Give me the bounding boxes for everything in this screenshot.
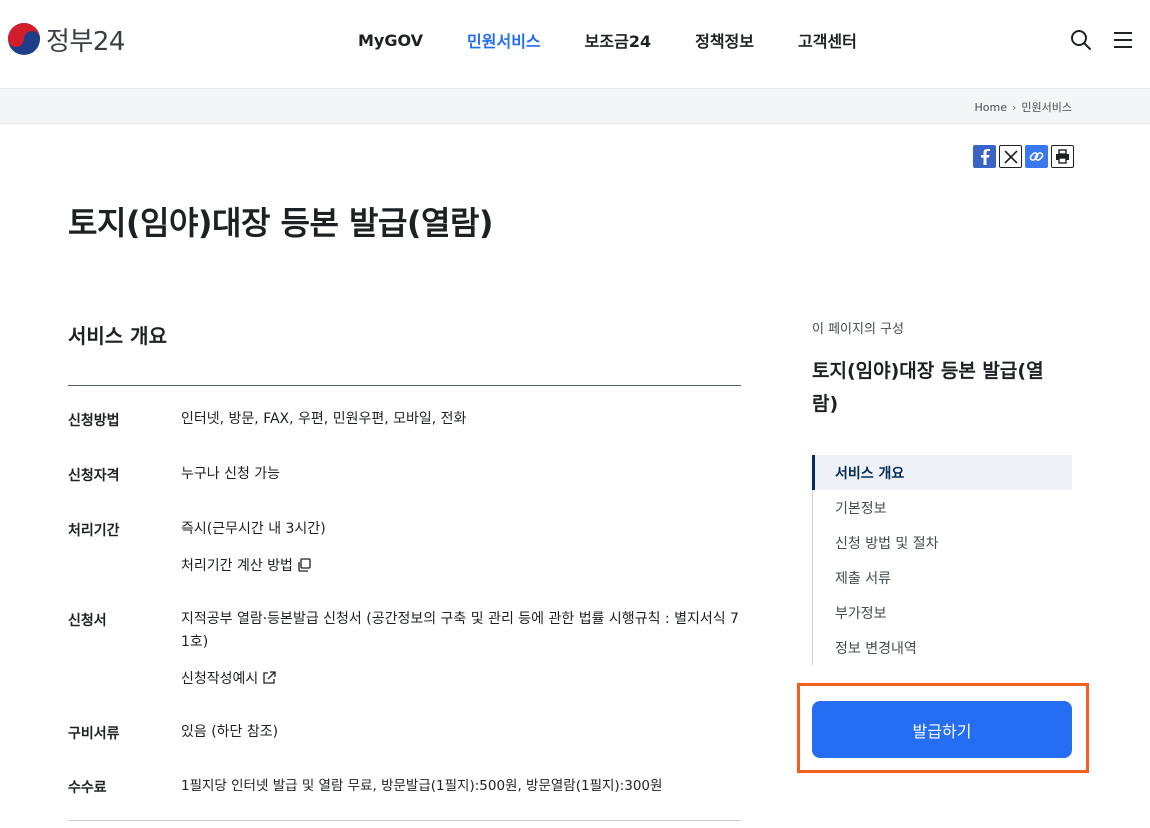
method-label: 신청방법 [68, 413, 120, 429]
nav-mygov[interactable]: MyGOV [358, 31, 423, 50]
eligibility-value: 누구나 신청 가능 [181, 466, 281, 482]
documents-label: 구비서류 [68, 726, 120, 742]
side-caption: 이 페이지의 구성 [812, 322, 904, 337]
duration-calc-link-label: 처리기간 계산 방법 [181, 558, 293, 574]
issue-button[interactable]: 발급하기 [812, 701, 1072, 758]
toc-item-basic-info[interactable]: 기본정보 [813, 490, 1072, 525]
search-icon[interactable] [1069, 28, 1093, 52]
logo-text: 정부24 [46, 26, 125, 57]
method-value: 인터넷, 방문, FAX, 우편, 민원우편, 모바일, 전화 [181, 411, 467, 427]
nav-policy-info[interactable]: 정책정보 [695, 28, 754, 52]
copy-link-icon[interactable] [1025, 145, 1048, 168]
form-label: 신청서 [68, 613, 107, 629]
share-toolbar [973, 145, 1077, 168]
breadcrumb: Home › 민원서비스 [975, 99, 1073, 115]
toc-item-procedure[interactable]: 신청 방법 및 절차 [813, 525, 1072, 560]
toc-item-documents[interactable]: 제출 서류 [813, 560, 1072, 595]
page-toc: 서비스 개요 기본정보 신청 방법 및 절차 제출 서류 부가정보 정보 변경내… [812, 455, 1072, 665]
copy-popup-icon [298, 558, 311, 572]
toc-item-overview[interactable]: 서비스 개요 [812, 455, 1072, 490]
form-value-line2: 1호) [181, 634, 209, 650]
form-value-line1: 지적공부 열람·등본발급 신청서 (공간정보의 구축 및 관리 등에 관한 법률… [181, 611, 739, 627]
breadcrumb-bar: Home › 민원서비스 [0, 88, 1150, 124]
section-title: 서비스 개요 [68, 324, 167, 348]
breadcrumb-home[interactable]: Home [975, 101, 1007, 114]
documents-value: 있음 (하단 참조) [181, 724, 279, 740]
gov24-logo[interactable]: 정부24 [8, 22, 125, 57]
taegeuk-icon [8, 23, 40, 55]
fee-value: 1필지당 인터넷 발급 및 열람 무료, 방문발급(1필지):500원, 방문열… [181, 778, 663, 794]
hamburger-menu-icon[interactable] [1111, 28, 1135, 52]
duration-calc-link[interactable]: 처리기간 계산 방법 [181, 555, 311, 575]
nav-subsidy24[interactable]: 보조금24 [585, 28, 651, 52]
external-link-icon [263, 671, 276, 684]
page-title: 토지(임야)대장 등본 발급(열람) [68, 204, 494, 242]
section-divider-bottom [68, 820, 741, 821]
eligibility-label: 신청자격 [68, 468, 120, 484]
site-header: 정부24 MyGOV 민원서비스 보조금24 정책정보 고객센터 [0, 0, 1150, 88]
nav-civil-services[interactable]: 민원서비스 [467, 28, 541, 52]
chevron-right-icon: › [1011, 100, 1017, 114]
duration-label: 처리기간 [68, 523, 120, 539]
x-share-icon[interactable] [999, 145, 1022, 168]
duration-value: 즉시(근무시간 내 3시간) [181, 521, 326, 537]
facebook-share-icon[interactable] [973, 145, 996, 168]
section-divider [68, 385, 741, 386]
toc-item-change-history[interactable]: 정보 변경내역 [813, 630, 1072, 665]
side-title: 토지(임야)대장 등본 발급(열람) [812, 360, 1044, 415]
print-icon[interactable] [1051, 145, 1074, 168]
form-example-link[interactable]: 신청작성예시 [181, 668, 276, 688]
fee-label: 수수료 [68, 780, 107, 796]
main-nav: MyGOV 민원서비스 보조금24 정책정보 고객센터 [358, 28, 901, 52]
toc-item-extra-info[interactable]: 부가정보 [813, 595, 1072, 630]
breadcrumb-current[interactable]: 민원서비스 [1021, 99, 1072, 115]
nav-customer-center[interactable]: 고객센터 [798, 28, 857, 52]
form-example-link-label: 신청작성예시 [181, 671, 259, 687]
